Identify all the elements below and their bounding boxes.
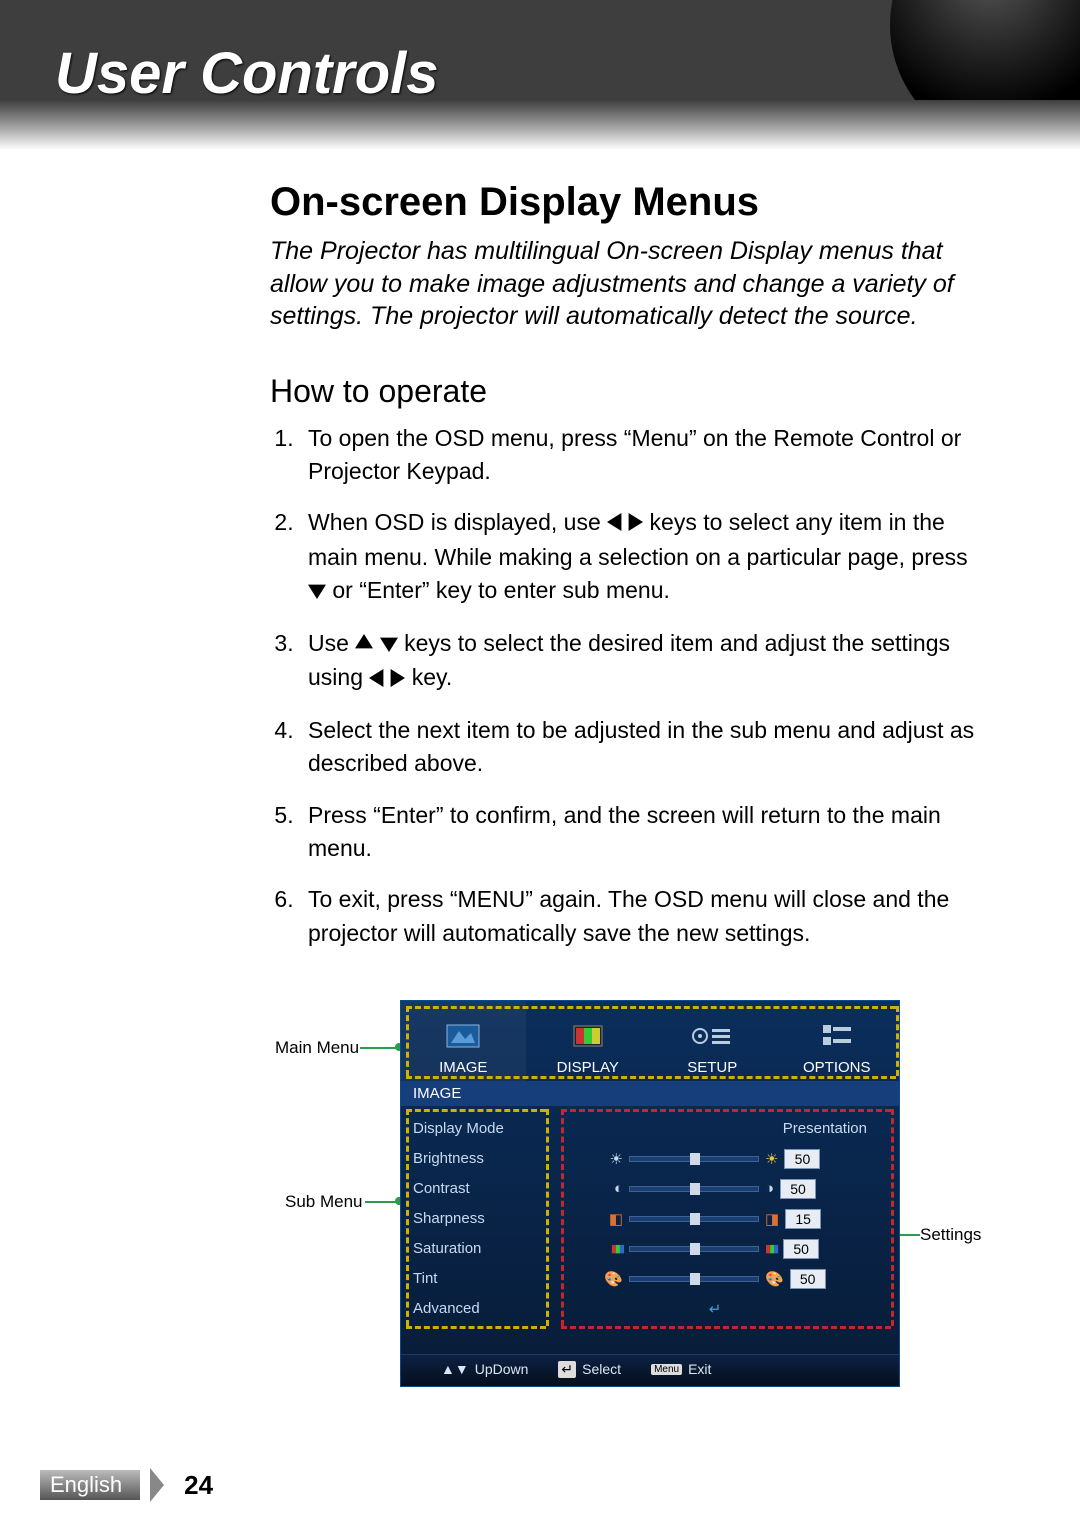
row-sharpness[interactable]: Sharpness ◧ ◨ 15: [413, 1204, 887, 1234]
tab-display[interactable]: DISPLAY: [526, 1001, 651, 1081]
row-contrast[interactable]: Contrast ◐ ◑ 50: [413, 1174, 887, 1204]
settings-label: Settings: [920, 1225, 981, 1245]
osd-items: Display Mode Presentation Brightness ☀ ☀…: [401, 1106, 899, 1354]
osd-tabs: IMAGE DISPLAY SETUP OPTIONS: [401, 1001, 899, 1081]
page-header: User Controls: [0, 0, 1080, 150]
page-footer: English 24: [40, 1468, 213, 1502]
slider[interactable]: [629, 1246, 759, 1252]
page-title: On-screen Display Menus: [270, 180, 990, 225]
up-arrow-icon: [355, 628, 373, 661]
header-title: User Controls: [0, 0, 1080, 107]
language-label: English: [40, 1470, 140, 1500]
image-icon: [439, 1018, 487, 1054]
saturation-icon: ▮▮▮: [765, 1242, 777, 1255]
content-area: On-screen Display Menus The Projector ha…: [0, 150, 1080, 1387]
contrast-icon: ◑: [765, 1180, 774, 1197]
enter-icon: ↵: [558, 1361, 576, 1378]
osd-diagram: Main Menu Sub Menu Settings IMAGE DISPLA…: [280, 1000, 990, 1387]
step-4: Select the next item to be adjusted in t…: [300, 714, 990, 781]
menu-key-icon: Menu: [651, 1364, 682, 1375]
down-arrow-icon: [308, 575, 326, 608]
tab-options[interactable]: OPTIONS: [775, 1001, 900, 1081]
contrast-icon: ◐: [614, 1180, 623, 1197]
sharpness-icon: ◨: [765, 1210, 779, 1228]
saturation-icon: ▮▮▮: [611, 1242, 623, 1255]
brightness-icon: ☀: [610, 1150, 623, 1168]
step-2: When OSD is displayed, use keys to selec…: [300, 506, 990, 609]
osd-footer: ▲▼UpDown ↵Select MenuExit: [401, 1354, 899, 1386]
tint-icon: 🎨: [765, 1270, 784, 1288]
row-brightness[interactable]: Brightness ☀ ☀ 50: [413, 1144, 887, 1174]
row-display-mode[interactable]: Display Mode Presentation: [413, 1114, 887, 1144]
main-menu-label: Main Menu: [275, 1038, 359, 1058]
sharpness-icon: ◧: [609, 1210, 623, 1228]
enter-icon: ↵: [709, 1300, 722, 1318]
display-icon: [564, 1018, 612, 1054]
tab-setup[interactable]: SETUP: [650, 1001, 775, 1081]
row-saturation[interactable]: Saturation ▮▮▮ ▮▮▮ 50: [413, 1234, 887, 1264]
row-advanced[interactable]: Advanced ↵: [413, 1294, 887, 1324]
intro-text: The Projector has multilingual On-screen…: [270, 235, 990, 333]
setup-icon: [688, 1018, 736, 1054]
down-arrow-icon: [380, 628, 398, 661]
slider[interactable]: [629, 1216, 759, 1222]
osd-section-title: IMAGE: [401, 1081, 899, 1106]
step-1: To open the OSD menu, press “Menu” on th…: [300, 422, 990, 489]
steps-list: To open the OSD menu, press “Menu” on th…: [270, 422, 990, 950]
slider[interactable]: [629, 1186, 759, 1192]
osd-window: IMAGE DISPLAY SETUP OPTIONS IMAGE: [400, 1000, 900, 1387]
brightness-icon: ☀: [765, 1150, 778, 1168]
step-5: Press “Enter” to confirm, and the screen…: [300, 799, 990, 866]
tint-icon: 🎨: [604, 1270, 623, 1288]
step-6: To exit, press “MENU” again. The OSD men…: [300, 883, 990, 950]
left-arrow-icon: [607, 507, 625, 540]
chevron-icon: [150, 1468, 174, 1502]
right-arrow-icon: [387, 663, 405, 696]
sub-menu-label: Sub Menu: [285, 1192, 363, 1212]
slider[interactable]: [629, 1276, 759, 1282]
options-icon: [813, 1018, 861, 1054]
step-3: Use keys to select the desired item and …: [300, 627, 990, 696]
slider[interactable]: [629, 1156, 759, 1162]
updown-icon: ▲▼: [441, 1361, 469, 1377]
right-arrow-icon: [625, 507, 643, 540]
tab-image[interactable]: IMAGE: [401, 1001, 526, 1081]
page-number: 24: [184, 1470, 213, 1501]
row-tint[interactable]: Tint 🎨 🎨 50: [413, 1264, 887, 1294]
section-subtitle: How to operate: [270, 373, 990, 410]
left-arrow-icon: [369, 663, 387, 696]
